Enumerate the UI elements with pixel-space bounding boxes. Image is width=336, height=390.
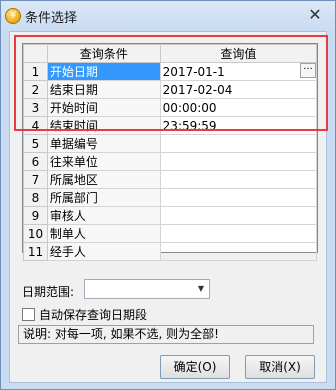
value-cell[interactable]: 2017-02-04	[159, 80, 318, 99]
autosave-label: 自动保存查询日期段	[39, 308, 148, 322]
value-cell[interactable]	[159, 152, 318, 171]
value-cell[interactable]	[159, 134, 318, 153]
ok-button[interactable]: 确定(O)	[160, 355, 230, 379]
value-cell[interactable]	[159, 206, 318, 225]
table-row[interactable]: 3 开始时间 00:00:00	[23, 98, 318, 117]
table-row[interactable]: 4 结束时间 23:59:59	[23, 116, 318, 135]
query-grid: 查询条件 查询值 1 开始日期 2017-01-1 ··· 2 结束日期 201…	[22, 43, 318, 261]
date-range-label: 日期范围:	[22, 285, 75, 299]
table-row[interactable]: 5 单据编号	[23, 134, 318, 153]
chevron-down-icon[interactable]: ▼	[193, 280, 209, 298]
date-range-select[interactable]: ▼	[84, 279, 210, 299]
value-cell[interactable]	[159, 224, 318, 243]
condition-cell[interactable]: 制单人	[46, 224, 161, 243]
value-cell[interactable]	[159, 170, 318, 189]
row-number: 2	[23, 80, 48, 99]
row-number: 1	[23, 62, 48, 81]
row-number: 11	[23, 242, 48, 261]
condition-cell[interactable]: 经手人	[46, 242, 161, 261]
value-cell[interactable]	[159, 242, 318, 261]
condition-cell[interactable]: 往来单位	[46, 152, 161, 171]
condition-cell[interactable]: 所属地区	[46, 170, 161, 189]
checkbox-box[interactable]	[22, 308, 35, 321]
table-row[interactable]: 2 结束日期 2017-02-04	[23, 80, 318, 99]
row-number: 4	[23, 116, 48, 135]
table-row[interactable]: 8 所属部门	[23, 188, 318, 207]
value-header: 查询值	[159, 44, 318, 63]
note-text: 说明: 对每一项, 如果不选, 则为全部!	[18, 325, 314, 344]
condition-cell[interactable]: 单据编号	[46, 134, 161, 153]
table-row[interactable]: 11 经手人	[23, 242, 318, 261]
close-icon[interactable]: ✕	[301, 4, 329, 26]
table-row[interactable]: 10 制单人	[23, 224, 318, 243]
table-row[interactable]: 7 所属地区	[23, 170, 318, 189]
table-row[interactable]: 6 往来单位	[23, 152, 318, 171]
condition-cell[interactable]: 所属部门	[46, 188, 161, 207]
row-number: 5	[23, 134, 48, 153]
dialog-title: 条件选择	[25, 11, 78, 26]
condition-cell[interactable]: 结束日期	[46, 80, 161, 99]
cancel-button[interactable]: 取消(X)	[245, 355, 315, 379]
row-number: 6	[23, 152, 48, 171]
condition-cell[interactable]: 结束时间	[46, 116, 161, 135]
value-cell[interactable]: 23:59:59	[159, 116, 318, 135]
value-text[interactable]: 2017-01-1	[163, 65, 225, 79]
row-number: 9	[23, 206, 48, 225]
row-number: 10	[23, 224, 48, 243]
value-cell[interactable]: 2017-01-1 ···	[159, 62, 318, 81]
dialog-client: 查询条件 查询值 1 开始日期 2017-01-1 ··· 2 结束日期 201…	[9, 31, 328, 383]
autosave-checkbox[interactable]: 自动保存查询日期段	[22, 306, 147, 323]
value-cell[interactable]: 00:00:00	[159, 98, 318, 117]
row-number: 8	[23, 188, 48, 207]
row-number: 7	[23, 170, 48, 189]
condition-cell[interactable]: 开始日期	[46, 62, 161, 81]
condition-cell[interactable]: 开始时间	[46, 98, 161, 117]
value-cell[interactable]	[159, 188, 318, 207]
row-number: 3	[23, 98, 48, 117]
dialog-window: ¥ 条件选择 ✕ 查询条件 查询值 1 开始日期 2017-01-1 ··· 2…	[0, 0, 336, 390]
grid-header-row: 查询条件 查询值	[23, 44, 318, 63]
row-number-header	[23, 44, 48, 63]
condition-cell[interactable]: 审核人	[46, 206, 161, 225]
condition-header: 查询条件	[46, 44, 161, 63]
ellipsis-button[interactable]: ···	[300, 63, 316, 78]
title-bar[interactable]: ¥ 条件选择 ✕	[1, 1, 335, 31]
coin-icon: ¥	[5, 8, 21, 24]
query-table: 查询条件 查询值 1 开始日期 2017-01-1 ··· 2 结束日期 201…	[23, 44, 318, 261]
table-row[interactable]: 9 审核人	[23, 206, 318, 225]
table-row[interactable]: 1 开始日期 2017-01-1 ···	[23, 62, 318, 81]
